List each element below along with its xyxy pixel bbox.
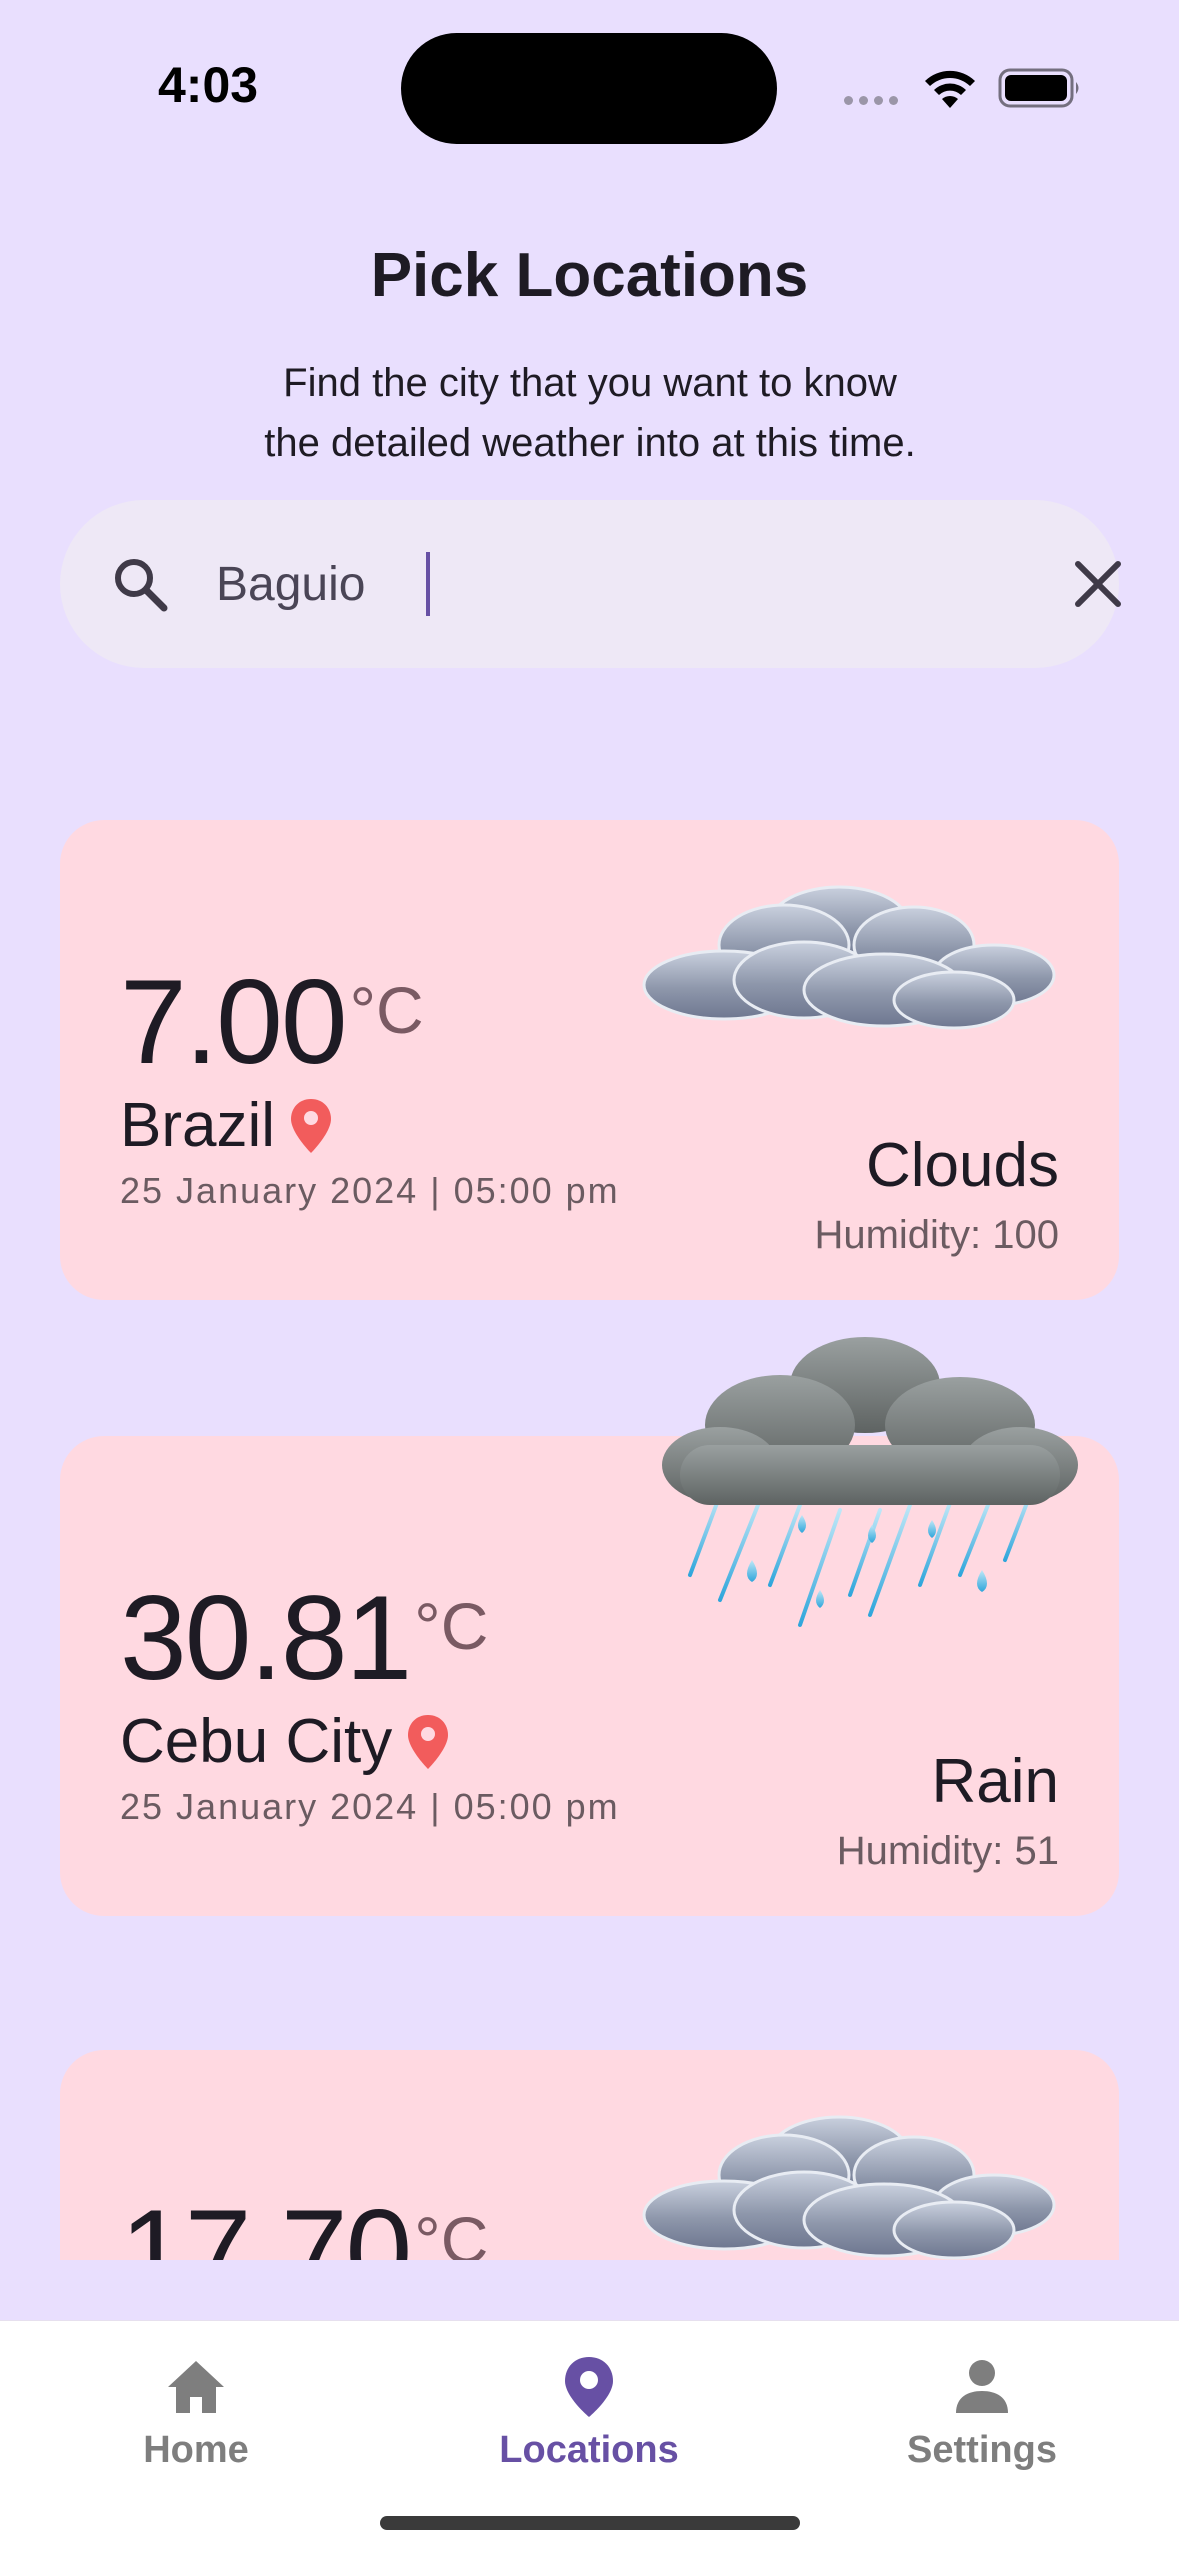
temperature: 7.00°C (120, 950, 424, 1082)
location-pin-icon (565, 2357, 613, 2417)
status-bar: 4:03 (0, 0, 1179, 160)
city-name: Brazil (120, 1090, 333, 1161)
weather-condition: Clouds (866, 1131, 1059, 1200)
text-cursor (426, 552, 430, 616)
location-pin-icon (408, 1714, 449, 1769)
search-bar[interactable] (60, 500, 1121, 668)
temperature-value: 17.70 (120, 2185, 412, 2260)
clear-icon[interactable] (1070, 556, 1126, 612)
wifi-icon (925, 70, 975, 108)
battery-icon (998, 68, 1079, 108)
nav-label: Home (143, 2429, 249, 2471)
city-name: Cebu City (120, 1706, 450, 1777)
temperature-unit: °C (349, 973, 424, 1047)
home-indicator[interactable] (380, 2516, 800, 2530)
temperature-unit: °C (414, 2203, 489, 2260)
cellular-signal-icon (844, 96, 898, 105)
temperature-unit: °C (414, 1589, 489, 1663)
nav-item-home[interactable]: Home (66, 2341, 326, 2501)
page-subtitle: Find the city that you want to know the … (190, 353, 990, 473)
date-time: 25 January 2024 | 05:00 pm (120, 1170, 620, 1211)
subtitle-line-1: Find the city that you want to know (283, 361, 897, 405)
weather-card[interactable]: 17.70°C (60, 2050, 1119, 2260)
humidity: Humidity: 100 (814, 1213, 1059, 1257)
nav-item-settings[interactable]: Settings (852, 2341, 1112, 2501)
city-label: Brazil (120, 1091, 276, 1160)
status-time: 4:03 (158, 57, 259, 113)
nav-item-locations[interactable]: Locations (459, 2341, 719, 2501)
search-input[interactable] (216, 540, 1006, 628)
temperature-value: 7.00 (120, 955, 348, 1089)
locations-list[interactable]: 7.00°C Brazil 25 January 2024 | 05:00 pm… (0, 700, 1179, 2260)
nav-label: Settings (907, 2429, 1057, 2471)
humidity: Humidity: 51 (836, 1829, 1059, 1873)
location-pin-icon (291, 1098, 332, 1153)
temperature-value: 30.81 (120, 1571, 412, 1705)
clouds-icon (642, 885, 1056, 1030)
clouds-icon (642, 2115, 1056, 2260)
subtitle-line-2: the detailed weather into at this time. (264, 421, 916, 465)
weather-condition: Rain (931, 1747, 1059, 1816)
home-icon (168, 2361, 224, 2413)
nav-label: Locations (499, 2429, 679, 2471)
search-icon (115, 559, 168, 612)
dynamic-island (401, 33, 777, 144)
city-label: Cebu City (120, 1707, 393, 1776)
date-time: 25 January 2024 | 05:00 pm (120, 1786, 620, 1827)
person-icon (956, 2360, 1008, 2413)
rain-cloud-icon (662, 1337, 1078, 1627)
temperature: 30.81°C (120, 1566, 488, 1698)
temperature: 17.70°C (120, 2180, 488, 2260)
weather-card[interactable]: 7.00°C Brazil 25 January 2024 | 05:00 pm… (60, 820, 1119, 1300)
page-title: Pick Locations (370, 241, 809, 310)
